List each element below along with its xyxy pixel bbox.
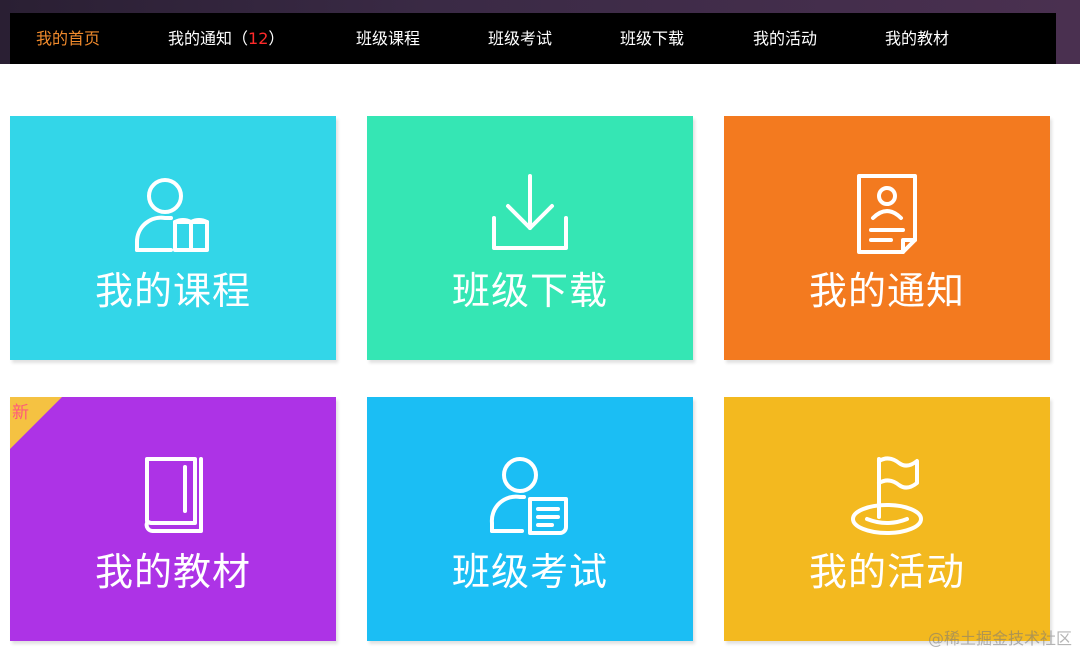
nav-class-course[interactable]: 班级课程 bbox=[356, 13, 420, 64]
tile-my-textbooks[interactable]: 新 我的教材 bbox=[10, 397, 336, 641]
user-book-icon bbox=[134, 178, 209, 252]
tile-class-exams[interactable]: 班级考试 bbox=[367, 397, 693, 641]
new-badge-text: 新 bbox=[12, 403, 29, 423]
flag-icon bbox=[851, 456, 923, 535]
tile-my-activities[interactable]: 我的活动 bbox=[724, 397, 1050, 641]
tile-label: 我的活动 bbox=[808, 550, 965, 594]
tile-class-downloads[interactable]: 班级下载 bbox=[367, 116, 693, 360]
tile-label: 我的通知 bbox=[808, 269, 965, 313]
nav-class-download[interactable]: 班级下载 bbox=[620, 13, 684, 64]
nav-notice-close: ） bbox=[268, 29, 285, 48]
book-icon bbox=[144, 457, 203, 533]
tile-label: 我的课程 bbox=[94, 269, 251, 313]
nav-home[interactable]: 我的首页 bbox=[36, 13, 100, 64]
tile-my-notices[interactable]: 我的通知 bbox=[724, 116, 1050, 360]
nav-notice-count: 12 bbox=[248, 29, 269, 48]
nav-notice-label: 我的通知（ bbox=[168, 29, 249, 48]
nav-notice[interactable]: 我的通知（12） bbox=[168, 13, 284, 64]
download-icon bbox=[492, 174, 568, 250]
nav-class-exam[interactable]: 班级考试 bbox=[488, 13, 552, 64]
notice-document-icon bbox=[857, 174, 917, 254]
user-exam-icon bbox=[489, 457, 568, 535]
tile-label: 我的教材 bbox=[94, 550, 251, 594]
tile-label: 班级下载 bbox=[451, 269, 608, 313]
tile-my-courses[interactable]: 我的课程 bbox=[10, 116, 336, 360]
tile-label: 班级考试 bbox=[451, 550, 608, 594]
page: 我的首页 我的通知（12） 班级课程 班级考试 班级下载 我的活动 我的教材 我… bbox=[0, 0, 1080, 655]
nav-my-activity[interactable]: 我的活动 bbox=[753, 13, 817, 64]
nav-my-textbook[interactable]: 我的教材 bbox=[885, 13, 949, 64]
main-navbar: 我的首页 我的通知（12） 班级课程 班级考试 班级下载 我的活动 我的教材 bbox=[10, 13, 1056, 64]
watermark: @稀土掘金技术社区 bbox=[927, 629, 1072, 648]
